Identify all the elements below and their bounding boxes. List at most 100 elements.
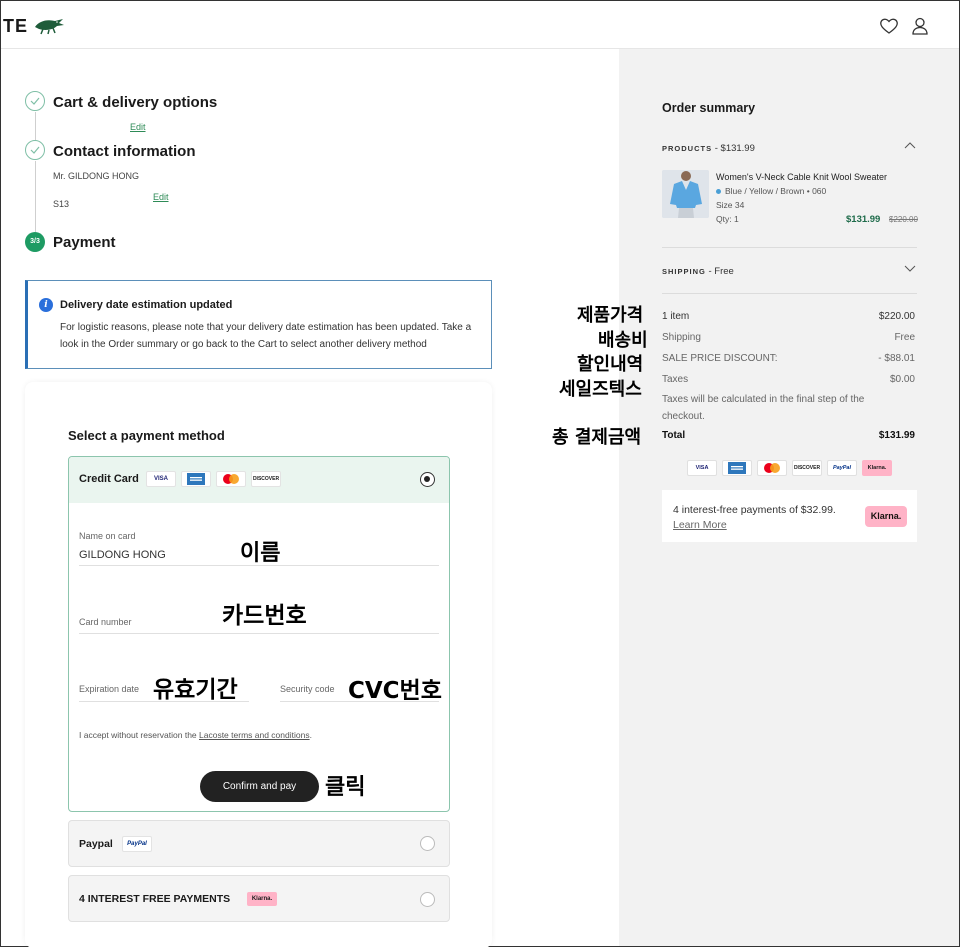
- credit-card-radio[interactable]: [420, 472, 435, 487]
- klarna-option[interactable]: 4 INTEREST FREE PAYMENTS Klarna.: [68, 875, 450, 922]
- products-toggle[interactable]: PRODUCTS - $131.99: [662, 143, 755, 154]
- taxes-value: $0.00: [889, 374, 915, 385]
- step-done-indicator: [25, 140, 45, 160]
- chevron-up-icon[interactable]: [904, 141, 916, 149]
- klarna-promo: 4 interest-free payments of $32.99. Lear…: [662, 490, 917, 542]
- delivery-info-alert: i Delivery date estimation updated For l…: [25, 280, 492, 369]
- annotation-sales-tax: 세일즈텍스: [559, 379, 642, 400]
- discount-value: - $88.01: [878, 353, 915, 364]
- amex-icon: [181, 471, 211, 487]
- taxes-label: Taxes: [662, 374, 689, 385]
- paypal-option[interactable]: Paypal PayPal: [68, 820, 450, 867]
- check-icon: [30, 146, 40, 154]
- annotation-product-price: 제품가격: [577, 305, 644, 326]
- paypal-radio[interactable]: [420, 836, 435, 851]
- shipping-label: SHIPPING: [662, 267, 706, 276]
- product-size: Size 34: [716, 200, 745, 210]
- shipping-row-label: Shipping: [662, 332, 701, 343]
- step-number-badge: 3/3: [25, 232, 45, 252]
- check-icon: [30, 97, 40, 105]
- credit-card-header[interactable]: Credit Card VISA DISCOVER: [69, 457, 449, 503]
- crocodile-logo-icon[interactable]: [33, 15, 65, 35]
- chevron-down-icon[interactable]: [904, 265, 916, 273]
- product-thumbnail[interactable]: [662, 170, 709, 218]
- total-value: $131.99: [878, 430, 915, 441]
- name-on-card-label: Name on card: [79, 531, 136, 541]
- contact-name: Mr. GILDONG HONG: [53, 171, 140, 181]
- total-label: Total: [662, 430, 686, 441]
- card-number-input[interactable]: [79, 633, 439, 634]
- product-color: Blue / Yellow / Brown • 060: [716, 186, 826, 196]
- name-on-card-input[interactable]: GILDONG HONG: [79, 549, 166, 561]
- annotation-cvc: CVC번호: [348, 678, 442, 704]
- annotation-discount: 할인내역: [577, 354, 644, 375]
- klarna-icon: Klarna.: [247, 892, 277, 906]
- step-title-contact: Contact information: [53, 143, 196, 160]
- items-value: $220.00: [878, 311, 915, 322]
- taxes-note: Taxes will be calculated in the final st…: [662, 394, 865, 422]
- info-icon: i: [39, 298, 53, 312]
- card-number-label: Card number: [79, 617, 132, 627]
- discount-label: SALE PRICE DISCOUNT:: [662, 353, 778, 364]
- items-label: 1 item: [662, 311, 690, 322]
- step-title-cart: Cart & delivery options: [53, 94, 218, 111]
- step-title-payment: Payment: [53, 234, 116, 251]
- order-summary-title: Order summary: [662, 101, 756, 115]
- mastercard-icon: [757, 460, 787, 476]
- annotation-shipping: 배송비: [598, 330, 648, 351]
- klarna-promo-text: 4 interest-free payments of $32.99.: [673, 504, 836, 516]
- shipping-summary: - Free: [705, 266, 734, 277]
- terms-link[interactable]: Lacoste terms and conditions: [199, 730, 310, 740]
- info-title: Delivery date estimation updated: [60, 299, 233, 311]
- edit-contact-link[interactable]: Edit: [153, 192, 169, 202]
- discover-icon: DISCOVER: [251, 471, 281, 487]
- security-code-input[interactable]: Security code: [280, 684, 335, 694]
- klarna-learn-more-link[interactable]: Learn More: [673, 519, 727, 531]
- amex-icon: [722, 460, 752, 476]
- klarna-badge: Klarna.: [865, 506, 907, 527]
- payment-heading: Select a payment method: [68, 428, 225, 443]
- product-sale-price: $131.99: [846, 214, 881, 225]
- step-connector: [35, 161, 36, 232]
- divider: [662, 293, 917, 294]
- products-total: - $131.99: [712, 143, 755, 154]
- heart-icon[interactable]: [878, 15, 900, 37]
- credit-card-label: Credit Card: [79, 473, 139, 485]
- contact-extra: S13: [53, 199, 70, 209]
- step-done-indicator: [25, 91, 45, 111]
- visa-icon: VISA: [146, 471, 176, 487]
- product-original-price: $220.00: [889, 215, 918, 224]
- annotation-expiration: 유효기간: [153, 677, 238, 703]
- expiration-date-input[interactable]: Expiration date: [79, 684, 139, 694]
- user-icon[interactable]: [909, 15, 931, 37]
- annotation-name: 이름: [240, 541, 281, 566]
- annotation-total: 총 결제금액: [552, 427, 642, 448]
- shipping-row-value: Free: [894, 332, 915, 343]
- credit-card-option: Credit Card VISA DISCOVER Name on card G…: [68, 456, 450, 812]
- klarna-option-label: 4 INTEREST FREE PAYMENTS: [79, 893, 231, 905]
- klarna-icon: Klarna.: [862, 460, 892, 476]
- site-header: TE: [1, 1, 959, 49]
- shipping-toggle[interactable]: SHIPPING - Free: [662, 266, 734, 277]
- color-dot-icon: [716, 189, 721, 195]
- annotation-click: 클릭: [325, 775, 366, 800]
- paypal-label: Paypal: [79, 838, 113, 850]
- annotation-card-number: 카드번호: [222, 603, 307, 629]
- paypal-icon: PayPal: [122, 836, 152, 852]
- confirm-and-pay-button[interactable]: Confirm and pay: [200, 771, 319, 802]
- product-name[interactable]: Women's V-Neck Cable Knit Wool Sweater: [716, 172, 887, 182]
- product-color-text: Blue / Yellow / Brown • 060: [725, 186, 827, 196]
- sweater-image-icon: [662, 170, 709, 218]
- terms-prefix: I accept without reservation the: [79, 730, 200, 740]
- klarna-radio[interactable]: [420, 892, 435, 907]
- step-connector: [35, 112, 36, 141]
- info-text: For logistic reasons, please note that y…: [60, 322, 472, 350]
- product-qty: Qty: 1: [716, 214, 739, 224]
- brand-text[interactable]: TE: [3, 16, 28, 37]
- terms-text: I accept without reservation the Lacoste…: [79, 730, 312, 740]
- mastercard-icon: [216, 471, 246, 487]
- terms-suffix: .: [309, 730, 312, 740]
- edit-cart-link[interactable]: Edit: [130, 122, 146, 132]
- discover-icon: DISCOVER: [792, 460, 822, 476]
- divider: [662, 247, 917, 248]
